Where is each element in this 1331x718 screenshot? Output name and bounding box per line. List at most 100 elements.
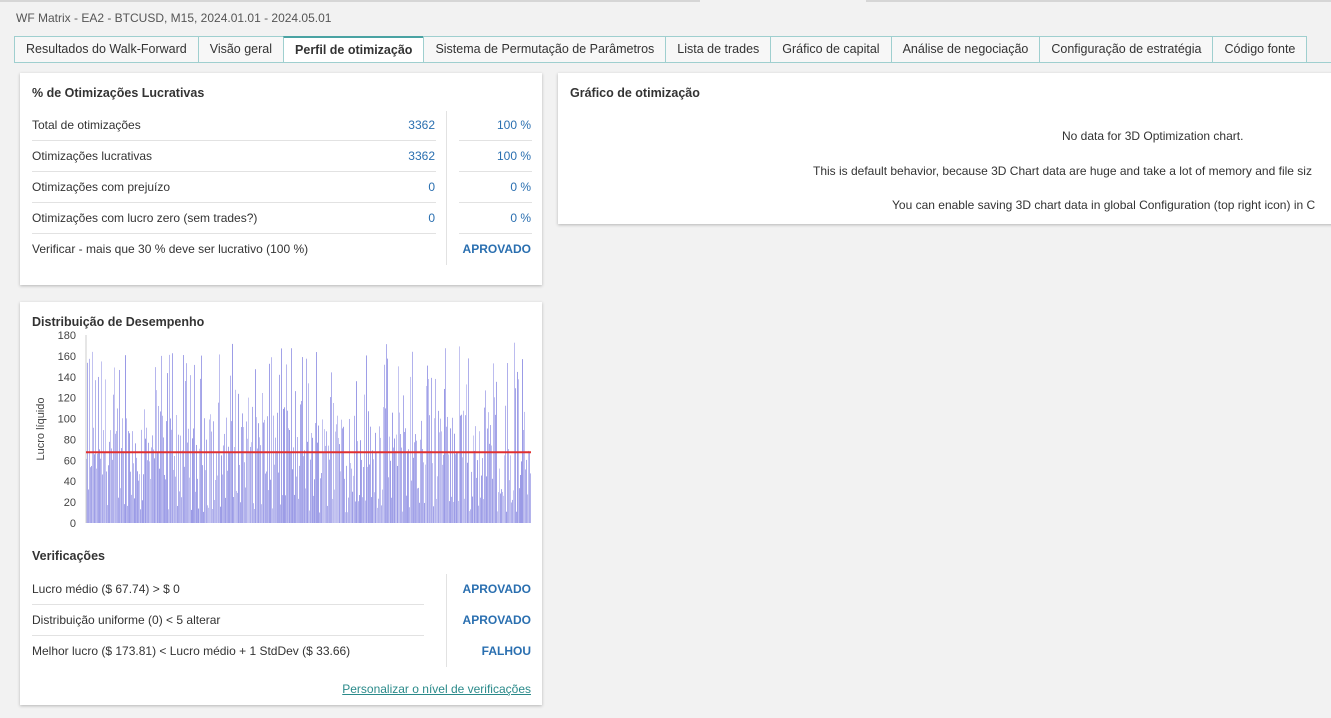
tab-1[interactable]: Visão geral: [197, 36, 284, 63]
bar: [203, 511, 204, 523]
tab-0[interactable]: Resultados do Walk-Forward: [14, 36, 198, 63]
bar: [340, 471, 341, 523]
bar: [224, 433, 225, 523]
bar: [404, 431, 405, 523]
bar: [198, 508, 199, 523]
bar: [191, 509, 192, 523]
bar: [123, 451, 124, 523]
bar: [373, 459, 374, 523]
bar: [474, 450, 475, 523]
bar: [337, 415, 338, 523]
bar: [516, 511, 517, 523]
bar: [423, 462, 424, 523]
bar: [241, 427, 242, 523]
bar: [358, 501, 359, 523]
tab-2[interactable]: Perfil de otimização: [283, 36, 424, 63]
bar: [444, 388, 445, 523]
bar: [385, 408, 386, 523]
bar: [434, 418, 435, 523]
bar: [504, 455, 505, 523]
bar: [261, 504, 262, 523]
bar: [443, 454, 444, 523]
bar: [204, 418, 205, 523]
bar: [527, 494, 528, 523]
bar: [456, 452, 457, 523]
bar: [106, 471, 107, 523]
bar: [483, 499, 484, 523]
bar: [315, 423, 316, 523]
check-row: Melhor lucro ($ 173.81) < Lucro médio + …: [32, 636, 532, 667]
bar: [89, 358, 90, 523]
bar: [363, 467, 364, 523]
bar: [490, 425, 491, 523]
bar: [307, 441, 308, 523]
tab-5[interactable]: Gráfico de capital: [770, 36, 891, 63]
bar: [138, 480, 139, 523]
bar: [190, 375, 191, 523]
bar: [91, 465, 92, 523]
y-tick-label: 40: [64, 476, 76, 488]
tab-4[interactable]: Lista de trades: [665, 36, 771, 63]
bar: [463, 410, 464, 523]
bar: [318, 425, 319, 523]
bar: [188, 428, 189, 523]
bar: [306, 358, 307, 523]
bar: [298, 498, 299, 523]
bar: [473, 435, 474, 523]
bar: [364, 394, 365, 523]
bar: [477, 460, 478, 523]
bar: [398, 366, 399, 523]
bar: [428, 379, 429, 523]
bar: [305, 488, 306, 523]
bar: [435, 378, 436, 523]
y-tick-label: 120: [58, 393, 76, 405]
bar: [167, 373, 168, 523]
bar: [155, 367, 156, 523]
bar: [310, 459, 311, 523]
tab-8[interactable]: Código fonte: [1212, 36, 1308, 63]
customize-checks-link[interactable]: Personalizar o nível de verificações: [342, 682, 531, 696]
bar: [183, 355, 184, 523]
tab-3[interactable]: Sistema de Permutação de Parâmetros: [423, 36, 666, 63]
bar: [158, 405, 159, 523]
bar: [152, 435, 153, 523]
bar: [371, 497, 372, 523]
bar: [528, 450, 529, 523]
row-count: 0: [428, 180, 435, 194]
bar: [176, 415, 177, 523]
bar: [498, 492, 499, 523]
bar: [322, 419, 323, 523]
bar: [250, 446, 251, 523]
bar: [251, 442, 252, 523]
row-percent: 0 %: [510, 180, 531, 194]
tab-6[interactable]: Análise de negociação: [890, 36, 1040, 63]
bar: [400, 434, 401, 523]
bar: [300, 404, 301, 523]
bar: [479, 431, 480, 523]
bar: [133, 463, 134, 523]
tab-bar: Resultados do Walk-Forward Visão geral Per…: [14, 36, 1308, 63]
bar: [271, 357, 272, 523]
bar: [445, 348, 446, 523]
bar: [186, 363, 187, 523]
bar: [487, 428, 488, 523]
bar: [140, 509, 141, 523]
bar: [302, 357, 303, 523]
bar: [200, 378, 201, 523]
bar: [279, 374, 280, 523]
bar: [316, 352, 317, 523]
bar: [511, 502, 512, 523]
bar: [319, 512, 320, 523]
bar: [135, 443, 136, 523]
bar: [408, 449, 409, 523]
bar: [252, 406, 253, 523]
bar: [245, 487, 246, 523]
bar: [507, 363, 508, 523]
bar: [494, 397, 495, 523]
bar: [110, 430, 111, 523]
bar: [389, 436, 390, 523]
bar: [215, 480, 216, 523]
bar: [384, 364, 385, 523]
tab-7[interactable]: Configuração de estratégia: [1039, 36, 1213, 63]
performance-distribution-chart: Lucro líquido 0 20 40 60 80 100 120 140 160 180: [35, 330, 531, 530]
